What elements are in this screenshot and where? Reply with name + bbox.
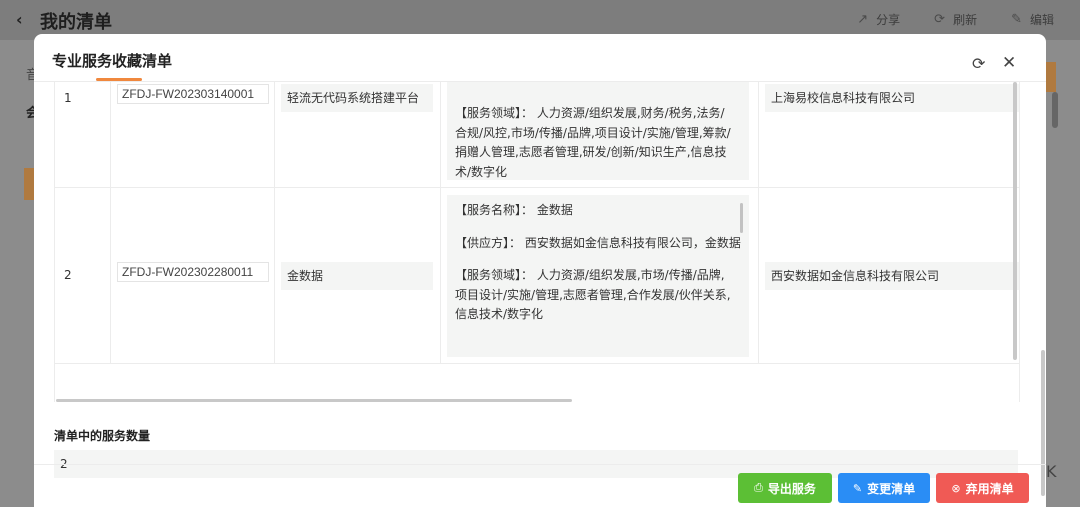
share-label: 分享 — [876, 13, 901, 27]
table-horizontal-scrollbar[interactable] — [56, 399, 572, 402]
service-detail-cell: 【服务领域】： 人力资源/组织发展,财务/税务,法务/合规/风控,市场/传播/品… — [441, 82, 759, 187]
service-code-cell: ZFDJ-FW202303140001 — [111, 82, 275, 187]
service-code-field[interactable]: ZFDJ-FW202303140001 — [117, 84, 269, 104]
export-services-label: 导出服务 — [767, 481, 816, 496]
supplier-cell: 西安数据如金信息科技有限公司 — [759, 188, 1019, 363]
detail-line: 【服务领域】： 人力资源/组织发展,财务/税务,法务/合规/风控,市场/传播/品… — [455, 106, 731, 179]
service-name-field[interactable]: 金数据 — [281, 262, 433, 290]
detail-line: 【供应方】： 西安数据如金信息科技有限公司，金数据 — [455, 235, 741, 250]
detail-line: 【服务名称】： 金数据 — [455, 203, 573, 217]
back-icon[interactable]: ‹ — [16, 10, 23, 29]
header-actions: ↗ 分享 ⟳ 刷新 ✎ 编辑 — [857, 11, 1054, 28]
share-icon: ↗ — [857, 12, 869, 27]
change-list-label: 变更清单 — [867, 481, 916, 496]
background-button — [1046, 62, 1056, 92]
supplier-cell: 上海易校信息科技有限公司 — [759, 82, 1019, 187]
close-icon[interactable]: ✕ — [1002, 53, 1022, 73]
background-corner-icon: K — [1046, 462, 1057, 481]
refresh-icon[interactable]: ⟳ — [972, 54, 992, 74]
service-detail-cell: 【服务名称】： 金数据 【供应方】： 西安数据如金信息科技有限公司，金数据 【服… — [441, 188, 759, 363]
service-name-cell: 金数据 — [275, 188, 441, 363]
background-scrollbar — [1052, 92, 1058, 128]
pencil-icon: ✎ — [852, 481, 863, 495]
detail-line: 【服务领域】： 人力资源/组织发展,市场/传播/品牌,项目设计/实施/管理,志愿… — [455, 268, 731, 321]
refresh-icon: ⟳ — [934, 12, 946, 27]
service-name-field[interactable]: 轻流无代码系统搭建平台 — [281, 84, 433, 112]
supplier-field[interactable]: 西安数据如金信息科技有限公司 — [765, 262, 1019, 290]
page-title: 我的清单 — [40, 12, 112, 33]
discard-list-button[interactable]: ⊗ 弃用清单 — [936, 473, 1029, 503]
service-code-field[interactable]: ZFDJ-FW202302280011 — [117, 262, 269, 282]
cancel-circle-icon: ⊗ — [951, 481, 961, 495]
table-row: 1 ZFDJ-FW202303140001 轻流无代码系统搭建平台 【服务领域】… — [55, 82, 1019, 188]
modal-body: 1 ZFDJ-FW202303140001 轻流无代码系统搭建平台 【服务领域】… — [34, 82, 1046, 496]
change-list-button[interactable]: ✎ 变更清单 — [838, 473, 930, 503]
title-underline — [96, 78, 142, 81]
discard-list-label: 弃用清单 — [965, 481, 1014, 496]
detail-scrollbar[interactable] — [740, 203, 743, 233]
export-services-button[interactable]: ⎙ 导出服务 — [738, 473, 832, 503]
edit-icon: ✎ — [1011, 12, 1022, 27]
modal-footer: ⎙ 导出服务 ✎ 变更清单 ⊗ 弃用清单 — [34, 464, 1046, 507]
row-number-cell: 2 — [55, 188, 111, 363]
row-number-cell: 1 — [55, 82, 111, 187]
services-table[interactable]: 1 ZFDJ-FW202303140001 轻流无代码系统搭建平台 【服务领域】… — [54, 82, 1020, 402]
refresh-label: 刷新 — [953, 13, 978, 27]
table-row: 2 ZFDJ-FW202302280011 金数据 【服务名称】： 金数据 【供… — [55, 188, 1019, 364]
supplier-field[interactable]: 上海易校信息科技有限公司 — [765, 84, 1019, 112]
row-number: 1 — [64, 91, 72, 105]
service-count-label: 清单中的服务数量 — [54, 429, 151, 443]
service-detail-field[interactable]: 【服务领域】： 人力资源/组织发展,财务/税务,法务/合规/风控,市场/传播/品… — [447, 82, 749, 180]
refresh-button[interactable]: ⟳ 刷新 — [934, 11, 977, 28]
printer-icon: ⎙ — [754, 481, 763, 494]
favorites-list-modal: 专业服务收藏清单 ⟳ ✕ 1 ZFDJ-FW202303140001 轻流无代码… — [34, 34, 1046, 507]
edit-button[interactable]: ✎ 编辑 — [1011, 11, 1054, 28]
service-name-cell: 轻流无代码系统搭建平台 — [275, 82, 441, 187]
service-code-cell: ZFDJ-FW202302280011 — [111, 188, 275, 363]
row-number: 2 — [64, 268, 72, 282]
service-detail-field[interactable]: 【服务名称】： 金数据 【供应方】： 西安数据如金信息科技有限公司，金数据 【服… — [447, 195, 749, 357]
edit-label: 编辑 — [1029, 13, 1054, 27]
modal-title: 专业服务收藏清单 — [52, 52, 173, 70]
table-vertical-scrollbar[interactable] — [1013, 82, 1017, 360]
modal-header: 专业服务收藏清单 ⟳ ✕ — [34, 34, 1046, 82]
share-button[interactable]: ↗ 分享 — [857, 11, 900, 28]
